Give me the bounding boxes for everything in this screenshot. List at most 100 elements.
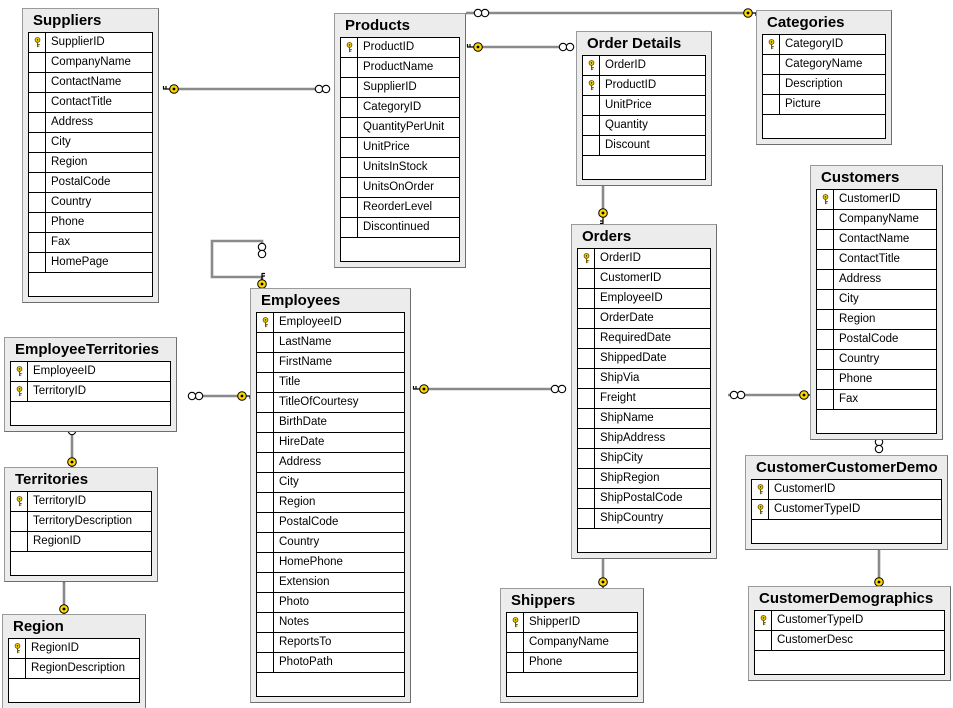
column-row[interactable]: UnitPrice: [583, 96, 705, 116]
column-row[interactable]: ProductName: [341, 58, 459, 78]
column-row[interactable]: RegionID: [9, 639, 139, 659]
column-row[interactable]: ContactTitle: [817, 250, 936, 270]
column-row[interactable]: HomePhone: [257, 553, 404, 573]
column-row[interactable]: CompanyName: [817, 210, 936, 230]
column-row[interactable]: TitleOfCourtesy: [257, 393, 404, 413]
column-row[interactable]: UnitsOnOrder: [341, 178, 459, 198]
column-row[interactable]: RequiredDate: [578, 329, 710, 349]
column-row[interactable]: Address: [257, 453, 404, 473]
column-row[interactable]: Fax: [817, 390, 936, 410]
column-row[interactable]: City: [257, 473, 404, 493]
column-row[interactable]: PhotoPath: [257, 653, 404, 673]
column-row[interactable]: Freight: [578, 389, 710, 409]
column-row[interactable]: HomePage: [29, 253, 152, 273]
column-row[interactable]: RegionID: [11, 532, 151, 552]
column-row[interactable]: SupplierID: [29, 33, 152, 53]
column-row[interactable]: CategoryName: [763, 55, 885, 75]
column-row[interactable]: ProductID: [341, 38, 459, 58]
entity-table-orders[interactable]: Orders OrderID CustomerID EmployeeID OrderDa…: [571, 224, 717, 559]
column-row[interactable]: Phone: [29, 213, 152, 233]
column-row[interactable]: ContactName: [29, 73, 152, 93]
column-row[interactable]: Region: [817, 310, 936, 330]
column-row[interactable]: TerritoryDescription: [11, 512, 151, 532]
column-row[interactable]: ContactTitle: [29, 93, 152, 113]
entity-table-order-details[interactable]: Order Details OrderID ProductID UnitPrice Qu…: [576, 31, 712, 186]
column-row[interactable]: Region: [29, 153, 152, 173]
column-row[interactable]: CustomerID: [578, 269, 710, 289]
column-row[interactable]: Quantity: [583, 116, 705, 136]
column-row[interactable]: BirthDate: [257, 413, 404, 433]
column-row[interactable]: Discount: [583, 136, 705, 156]
entity-table-customer-customer-demo[interactable]: CustomerCustomerDemo CustomerID CustomerTy…: [745, 455, 948, 550]
column-row[interactable]: OrderID: [583, 56, 705, 76]
column-row[interactable]: LastName: [257, 333, 404, 353]
column-row[interactable]: UnitPrice: [341, 138, 459, 158]
column-row[interactable]: Extension: [257, 573, 404, 593]
column-row[interactable]: CustomerTypeID: [752, 500, 941, 520]
column-row[interactable]: PostalCode: [29, 173, 152, 193]
column-row[interactable]: ShipRegion: [578, 469, 710, 489]
column-row[interactable]: Address: [817, 270, 936, 290]
column-row[interactable]: EmployeeID: [11, 362, 170, 382]
entity-table-customers[interactable]: Customers CustomerID CompanyName ContactNam…: [810, 165, 943, 440]
column-row[interactable]: Notes: [257, 613, 404, 633]
column-row[interactable]: TerritoryID: [11, 492, 151, 512]
column-row[interactable]: EmployeeID: [257, 313, 404, 333]
column-row[interactable]: CustomerDesc: [755, 631, 944, 651]
entity-table-territories[interactable]: Territories TerritoryID TerritoryDescripti…: [4, 467, 158, 582]
column-row[interactable]: ReorderLevel: [341, 198, 459, 218]
column-row[interactable]: Phone: [817, 370, 936, 390]
column-row[interactable]: CompanyName: [29, 53, 152, 73]
column-row[interactable]: FirstName: [257, 353, 404, 373]
column-row[interactable]: PostalCode: [257, 513, 404, 533]
column-row[interactable]: Fax: [29, 233, 152, 253]
column-row[interactable]: Description: [763, 75, 885, 95]
entity-table-suppliers[interactable]: Suppliers SupplierID CompanyName ContactNam…: [22, 8, 159, 303]
entity-table-employee-territories[interactable]: EmployeeTerritories EmployeeID TerritoryID: [4, 337, 177, 432]
column-row[interactable]: OrderDate: [578, 309, 710, 329]
column-row[interactable]: CustomerID: [817, 190, 936, 210]
column-row[interactable]: QuantityPerUnit: [341, 118, 459, 138]
column-row[interactable]: CustomerID: [752, 480, 941, 500]
column-row[interactable]: Photo: [257, 593, 404, 613]
column-row[interactable]: ShippedDate: [578, 349, 710, 369]
column-row[interactable]: CategoryID: [341, 98, 459, 118]
column-row[interactable]: ContactName: [817, 230, 936, 250]
entity-table-customer-demographics[interactable]: CustomerDemographics CustomerTypeID Custom…: [748, 586, 951, 681]
column-row[interactable]: ShipPostalCode: [578, 489, 710, 509]
column-row[interactable]: CategoryID: [763, 35, 885, 55]
column-row[interactable]: Picture: [763, 95, 885, 115]
column-row[interactable]: Discontinued: [341, 218, 459, 238]
column-row[interactable]: ReportsTo: [257, 633, 404, 653]
entity-table-products[interactable]: Products ProductID ProductName SupplierID Ca…: [334, 13, 466, 268]
column-row[interactable]: Phone: [507, 653, 637, 673]
column-row[interactable]: Region: [257, 493, 404, 513]
column-row[interactable]: OrderID: [578, 249, 710, 269]
entity-table-employees[interactable]: Employees EmployeeID LastName FirstName Titl…: [250, 288, 411, 703]
entity-table-categories[interactable]: Categories CategoryID CategoryName Descript…: [756, 10, 892, 145]
column-row[interactable]: City: [817, 290, 936, 310]
column-row[interactable]: Country: [29, 193, 152, 213]
column-row[interactable]: RegionDescription: [9, 659, 139, 679]
column-row[interactable]: EmployeeID: [578, 289, 710, 309]
column-row[interactable]: Address: [29, 113, 152, 133]
column-row[interactable]: TerritoryID: [11, 382, 170, 402]
column-row[interactable]: PostalCode: [817, 330, 936, 350]
entity-table-region[interactable]: Region RegionID RegionDescription: [2, 614, 146, 708]
column-row[interactable]: ShipVia: [578, 369, 710, 389]
column-row[interactable]: HireDate: [257, 433, 404, 453]
column-row[interactable]: CompanyName: [507, 633, 637, 653]
column-row[interactable]: UnitsInStock: [341, 158, 459, 178]
column-row[interactable]: ShipperID: [507, 613, 637, 633]
entity-table-shippers[interactable]: Shippers ShipperID CompanyName Phone: [500, 588, 644, 703]
column-row[interactable]: ShipCountry: [578, 509, 710, 529]
column-row[interactable]: SupplierID: [341, 78, 459, 98]
column-row[interactable]: CustomerTypeID: [755, 611, 944, 631]
database-diagram-canvas[interactable]: Suppliers SupplierID CompanyName ContactNam…: [0, 0, 953, 708]
column-row[interactable]: Title: [257, 373, 404, 393]
column-row[interactable]: ShipCity: [578, 449, 710, 469]
column-row[interactable]: ShipName: [578, 409, 710, 429]
column-row[interactable]: ProductID: [583, 76, 705, 96]
column-row[interactable]: Country: [817, 350, 936, 370]
column-row[interactable]: ShipAddress: [578, 429, 710, 449]
